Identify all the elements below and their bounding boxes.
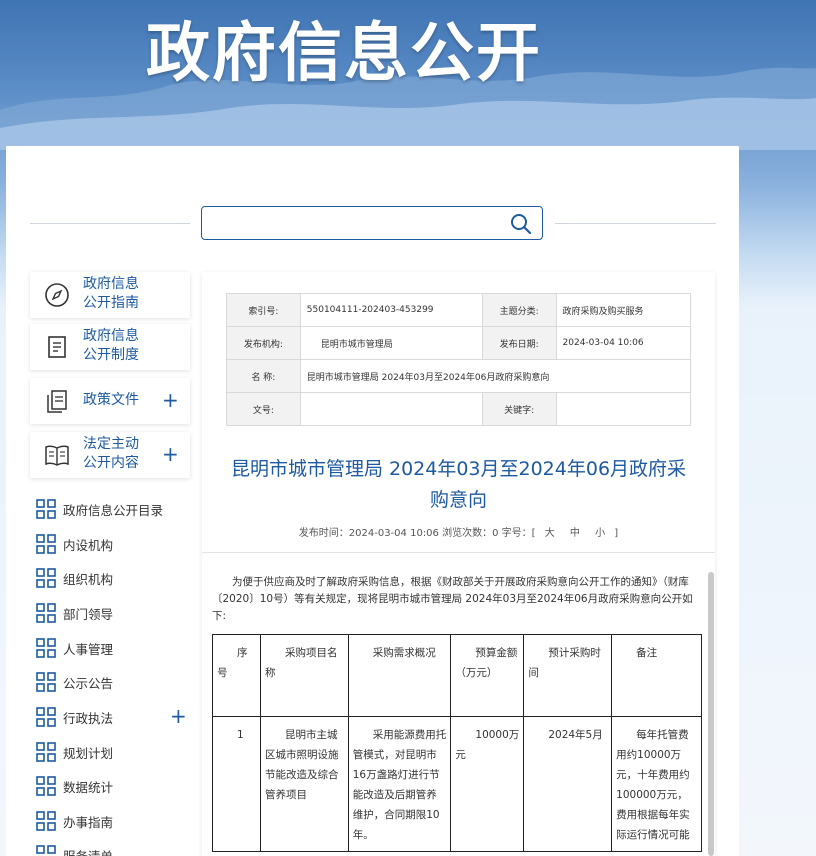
table-cell: 10000万元 xyxy=(450,716,525,852)
grid-icon xyxy=(36,499,56,519)
sidebar-item-leaders[interactable]: 部门领导 xyxy=(36,602,190,624)
meta-label: 发布机构: xyxy=(226,326,301,360)
compass-icon xyxy=(45,283,69,307)
divider xyxy=(202,552,715,553)
files-icon xyxy=(47,390,67,413)
search-input[interactable] xyxy=(210,212,500,234)
meta-label: 索引号: xyxy=(226,293,301,327)
sidebar-item-organization[interactable]: 组织机构 xyxy=(36,567,190,589)
sidebar-item-personnel[interactable]: 人事管理 xyxy=(36,637,190,659)
expand-plus-icon[interactable]: + xyxy=(170,704,187,728)
table-cell: 2024年5月 xyxy=(523,716,613,852)
search-box xyxy=(201,206,543,240)
meta-label: 关键字: xyxy=(481,392,557,426)
table-cell: 昆明市主城区城市照明设施节能改造及综合管养项目 xyxy=(259,716,349,852)
meta-label: 发布日期: xyxy=(481,326,557,360)
table-cell: 1 xyxy=(212,716,261,852)
meta-label: 文号: xyxy=(226,392,301,426)
publish-info-end: ] xyxy=(614,528,619,539)
sidebar-item-planning[interactable]: 规划计划 xyxy=(36,741,190,763)
meta-value: 昆明市城市管理局 2024年03月至2024年06月政府采购意向 xyxy=(299,359,692,393)
table-header: 预算金额（万元） xyxy=(450,634,525,717)
sidebar-card-label: 政府信息 公开指南 xyxy=(83,276,139,311)
meta-value xyxy=(555,392,692,426)
sidebar-card-label: 政府信息 公开制度 xyxy=(83,328,139,363)
grid-icon xyxy=(36,776,56,796)
sidebar-item-label: 政府信息公开目录 xyxy=(63,503,164,518)
table-header: 备注 xyxy=(611,634,702,717)
sidebar-card-system[interactable]: 政府信息 公开制度 xyxy=(30,324,190,370)
meta-value: 550104111-202403-453299 xyxy=(299,293,483,327)
sidebar-card-statutory[interactable]: 法定主动 公开内容 + xyxy=(30,432,190,478)
sidebar-card-policy[interactable]: 政策文件 + xyxy=(30,378,190,424)
meta-value xyxy=(299,392,483,426)
sidebar-card-label: 法定主动 公开内容 xyxy=(83,436,139,471)
article-intro: 为便于供应商及时了解政府采购信息，根据《财政部关于开展政府采购意向公开工作的通知… xyxy=(212,576,693,622)
sidebar-item-label: 内设机构 xyxy=(63,538,114,553)
meta-value: 2024-03-04 10:06 xyxy=(555,326,692,360)
sidebar-item-label: 公示公告 xyxy=(63,676,114,691)
font-size-medium[interactable]: 中 xyxy=(570,528,580,539)
grid-icon xyxy=(36,707,56,727)
expand-plus-icon[interactable]: + xyxy=(162,444,179,464)
table-cell: 每年托管费用约10000万元，十年费用约100000万元，费用根据每年实际运行情… xyxy=(611,716,702,852)
sidebar-item-label: 规划计划 xyxy=(63,746,114,761)
grid-icon xyxy=(36,811,56,831)
sidebar-item-label: 组织机构 xyxy=(63,572,114,587)
procurement-table: 序号 采购项目名称 采购需求概况 预算金额（万元） 预计采购时间 备注 1 昆明… xyxy=(212,634,702,852)
grid-icon xyxy=(36,603,56,623)
publish-info: 发布时间：2024-03-04 10:06 浏览次数：0 字号：[ xyxy=(298,528,536,539)
table-header: 采购需求概况 xyxy=(347,634,452,717)
metadata-table: 索引号: 550104111-202403-453299 主题分类: 政府采购及… xyxy=(226,293,692,426)
grid-icon xyxy=(36,845,56,854)
meta-label: 名 称: xyxy=(226,359,301,393)
font-size-large[interactable]: 大 xyxy=(545,528,555,539)
scrollbar[interactable] xyxy=(708,572,714,856)
sidebar-item-label: 行政执法 xyxy=(63,711,114,726)
sidebar-item-enforcement[interactable]: 行政执法 + xyxy=(36,704,190,728)
sidebar-item-catalog[interactable]: 政府信息公开目录 xyxy=(36,498,190,520)
grid-icon xyxy=(36,638,56,658)
table-header: 采购项目名称 xyxy=(259,634,349,717)
sidebar-item-services[interactable]: 服务清单 xyxy=(36,844,190,856)
sidebar-sub-list: 政府信息公开目录 内设机构 组织机构 部门领导 人事管理 公示公告 行政执法 +… xyxy=(30,493,190,856)
font-size-small[interactable]: 小 xyxy=(595,528,605,539)
meta-value: 政府采购及购买服务 xyxy=(555,293,692,327)
table-header-row: 序号 采购项目名称 采购需求概况 预算金额（万元） 预计采购时间 备注 xyxy=(212,634,702,717)
expand-plus-icon[interactable]: + xyxy=(162,390,179,410)
sidebar-card-label: 政策文件 xyxy=(83,392,139,408)
article-info: 发布时间：2024-03-04 10:06 浏览次数：0 字号：[ 大 中 小 … xyxy=(202,524,715,539)
sidebar-item-label: 人事管理 xyxy=(63,642,114,657)
search-bar xyxy=(30,206,716,242)
article-content: 索引号: 550104111-202403-453299 主题分类: 政府采购及… xyxy=(202,272,715,856)
grid-icon xyxy=(36,742,56,762)
sidebar-item-statistics[interactable]: 数据统计 xyxy=(36,775,190,797)
meta-value: 昆明市城市管理局 xyxy=(299,326,483,360)
sidebar-item-label: 服务清单 xyxy=(63,846,113,856)
sidebar-item-guide[interactable]: 办事指南 xyxy=(36,810,190,832)
document-icon xyxy=(48,336,66,358)
table-header: 序号 xyxy=(212,634,261,717)
sidebar-item-label: 办事指南 xyxy=(63,815,114,830)
sidebar-card-guide[interactable]: 政府信息 公开指南 xyxy=(30,272,190,318)
table-row: 1 昆明市主城区城市照明设施节能改造及综合管养项目 采用能源费用托管模式，对昆明… xyxy=(212,716,702,852)
book-icon xyxy=(45,445,69,466)
table-cell: 采用能源费用托管模式，对昆明市16万盏路灯进行节能改造及后期管养维护，合同期限1… xyxy=(347,716,452,852)
grid-icon xyxy=(36,568,56,588)
sidebar-item-label: 部门领导 xyxy=(63,607,114,622)
search-divider-right xyxy=(555,223,716,224)
sidebar-item-label: 数据统计 xyxy=(63,780,114,795)
header-banner: 政府信息公开 xyxy=(0,0,816,150)
article-title: 昆明市城市管理局 2024年03月至2024年06月政府采购意向 xyxy=(230,458,687,511)
table-header: 预计采购时间 xyxy=(523,634,613,717)
search-icon[interactable] xyxy=(510,213,532,235)
meta-label: 主题分类: xyxy=(481,293,557,327)
grid-icon xyxy=(36,534,56,554)
search-divider-left xyxy=(30,223,190,224)
banner-title: 政府信息公开 xyxy=(146,17,542,91)
sidebar-item-internal[interactable]: 内设机构 xyxy=(36,533,190,555)
grid-icon xyxy=(36,672,56,692)
sidebar-item-notices[interactable]: 公示公告 xyxy=(36,671,190,693)
